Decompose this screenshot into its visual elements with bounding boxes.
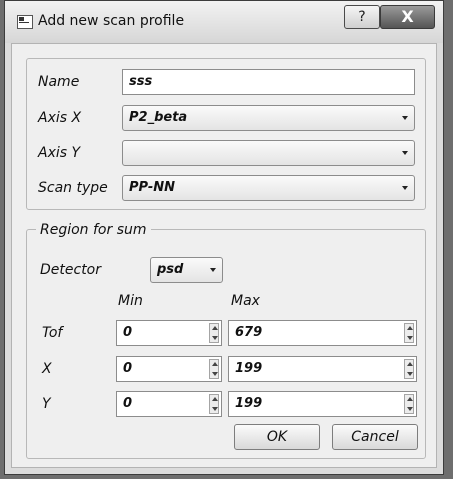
spin-arrows-icon[interactable] [209, 394, 219, 414]
detector-select[interactable]: psd [150, 257, 223, 283]
x-min-value: 0 [123, 361, 133, 376]
y-label: Y [42, 396, 51, 412]
scan-type-label: Scan type [38, 180, 108, 196]
spin-arrows-icon[interactable] [209, 323, 219, 343]
app-icon [17, 15, 33, 29]
dialog-content: Name sss Axis X P2_beta Axis Y Scan type… [11, 43, 437, 468]
window-title: Add new scan profile [38, 13, 185, 29]
detector-label: Detector [40, 262, 102, 278]
spin-arrows-icon[interactable] [404, 394, 414, 414]
title-bar[interactable]: Add new scan profile ? X [5, 1, 443, 43]
x-min-stepper[interactable]: 0 [116, 356, 222, 382]
x-max-stepper[interactable]: 199 [228, 356, 417, 382]
close-button[interactable]: X [380, 5, 435, 29]
chevron-down-icon [402, 151, 408, 155]
axis-y-select[interactable] [122, 140, 415, 166]
x-max-value: 199 [235, 361, 263, 376]
axis-y-label: Axis Y [38, 145, 81, 161]
tof-max-value: 679 [235, 325, 263, 340]
name-field[interactable]: sss [122, 69, 415, 95]
x-label: X [42, 361, 52, 377]
help-button[interactable]: ? [344, 5, 380, 29]
tof-min-stepper[interactable]: 0 [116, 320, 222, 346]
detector-value: psd [157, 262, 184, 277]
axis-x-label: Axis X [38, 110, 82, 126]
scan-type-select[interactable]: PP-NN [122, 175, 415, 201]
axis-x-select[interactable]: P2_beta [122, 105, 415, 131]
tof-min-value: 0 [123, 325, 133, 340]
scan-type-value: PP-NN [129, 180, 175, 195]
axis-x-value: P2_beta [129, 110, 188, 125]
region-title: Region for sum [36, 222, 151, 238]
y-max-value: 199 [235, 396, 263, 411]
spin-arrows-icon[interactable] [404, 359, 414, 379]
spin-arrows-icon[interactable] [404, 323, 414, 343]
chevron-down-icon [210, 268, 216, 272]
spin-arrows-icon[interactable] [209, 359, 219, 379]
ok-button[interactable]: OK [234, 424, 320, 450]
cancel-button[interactable]: Cancel [332, 424, 418, 450]
chevron-down-icon [402, 116, 408, 120]
tof-max-stepper[interactable]: 679 [228, 320, 417, 346]
min-header: Min [118, 293, 143, 309]
y-max-stepper[interactable]: 199 [228, 391, 417, 417]
tof-label: Tof [42, 325, 63, 341]
dialog-window: Add new scan profile ? X Name sss Axis X… [4, 0, 444, 475]
name-label: Name [38, 74, 80, 90]
y-min-value: 0 [123, 396, 133, 411]
max-header: Max [231, 293, 260, 309]
chevron-down-icon [402, 186, 408, 190]
y-min-stepper[interactable]: 0 [116, 391, 222, 417]
